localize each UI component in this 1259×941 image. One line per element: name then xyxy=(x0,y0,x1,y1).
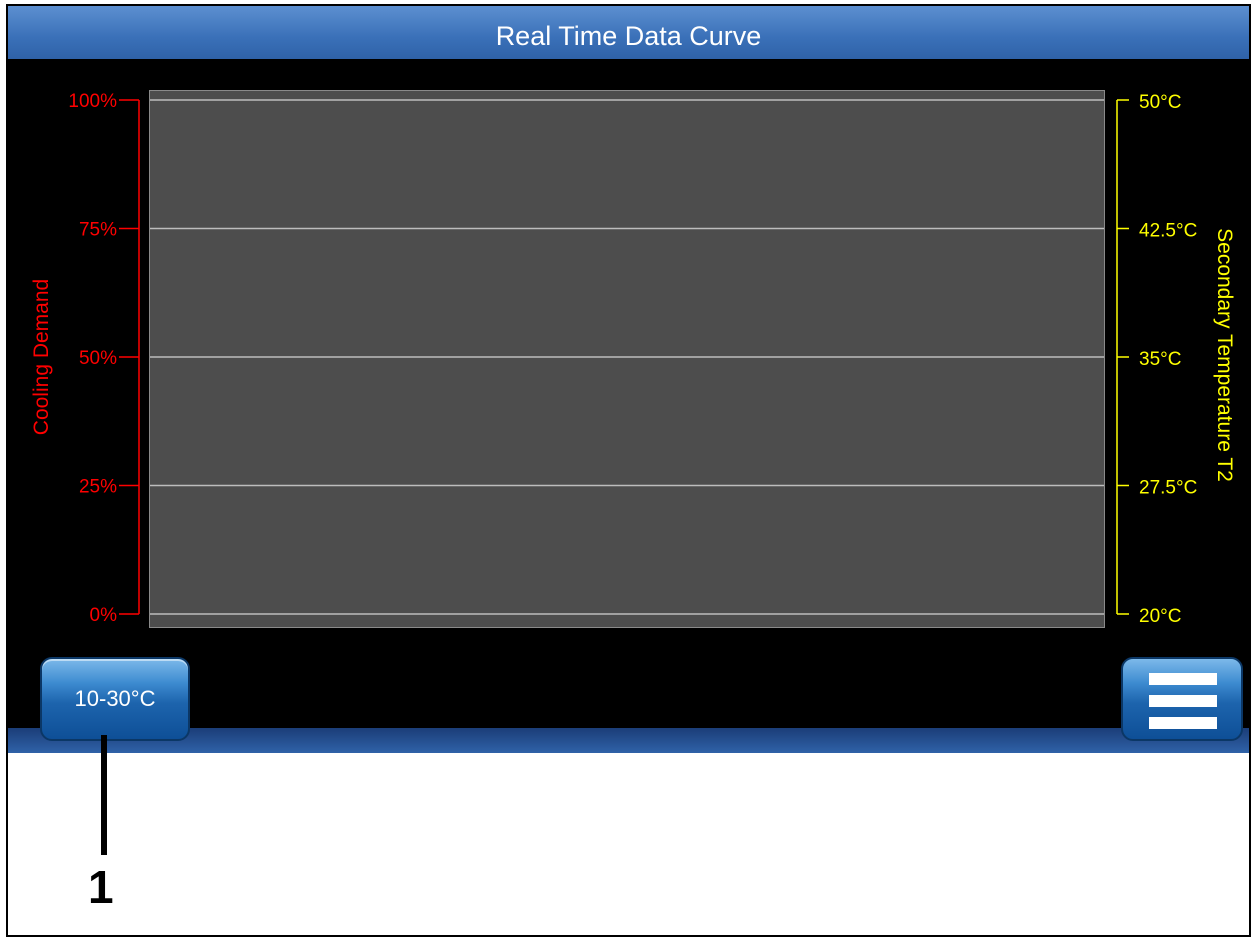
left-axis-tick-label: 75% xyxy=(79,220,117,241)
left-axis-tick-label: 100% xyxy=(68,91,117,112)
temperature-range-button[interactable]: 10-30°C xyxy=(40,657,190,741)
callout-line xyxy=(101,735,107,855)
menu-button[interactable] xyxy=(1121,657,1243,741)
callout-number: 1 xyxy=(88,861,114,913)
right-axis-title: Secondary Temperature T2 xyxy=(1213,228,1236,482)
left-axis-tick-label: 25% xyxy=(79,477,117,498)
left-axis-tick-label: 50% xyxy=(79,348,117,369)
right-axis-tick-label: 35°C xyxy=(1139,349,1181,370)
right-axis-tick-label: 42.5°C xyxy=(1139,221,1197,242)
chart-axes: 100% 50°C 75% 42.5°C 50% 35°C 25% 27.5°C 0% 20°C C… xyxy=(30,91,1236,627)
right-axis-tick-label: 27.5°C xyxy=(1139,478,1197,499)
right-axis-tick-label: 50°C xyxy=(1139,92,1181,113)
left-axis-title: Cooling Demand xyxy=(30,279,53,435)
right-axis-tick-label: 20°C xyxy=(1139,606,1181,627)
left-axis-tick-label: 0% xyxy=(90,605,118,626)
